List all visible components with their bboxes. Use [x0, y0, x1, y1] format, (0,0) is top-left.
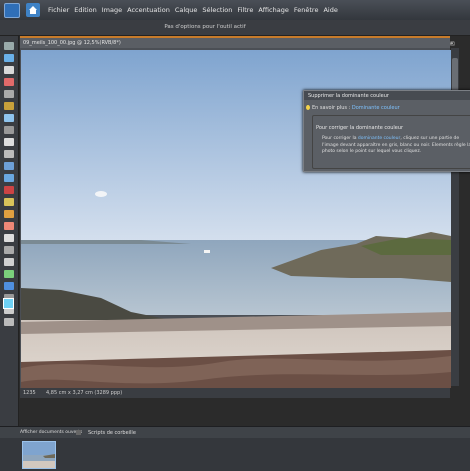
- pencil-tool-icon[interactable]: [4, 318, 14, 326]
- cookie-cutter-icon[interactable]: [4, 162, 14, 170]
- menu-calque[interactable]: Calque: [175, 6, 198, 14]
- menu-image[interactable]: Image: [102, 6, 122, 14]
- menu-affichage[interactable]: Affichage: [258, 6, 289, 14]
- bin-scripts-label[interactable]: Scripts de corbeille: [88, 430, 136, 436]
- menu-items: Fichier Edition Image Accentuation Calqu…: [48, 6, 338, 14]
- learn-more-label: En savoir plus :: [312, 105, 351, 111]
- lightbulb-icon: [306, 105, 310, 110]
- gradient-tool-icon[interactable]: [4, 270, 14, 278]
- healing-brush-icon[interactable]: [4, 198, 14, 206]
- document-thumbnail[interactable]: [22, 441, 56, 469]
- instructions-heading: Pour corriger la dominante couleur: [316, 125, 404, 131]
- menu-fenetre[interactable]: Fenêtre: [294, 6, 319, 14]
- menu-edition[interactable]: Edition: [74, 6, 97, 14]
- magic-wand-icon[interactable]: [4, 114, 14, 122]
- zoom-readout[interactable]: 1235: [23, 390, 36, 396]
- remove-color-cast-dialog: Supprimer la dominante couleur En savoir…: [303, 90, 470, 172]
- straighten-tool-icon[interactable]: [4, 174, 14, 182]
- project-bin-toolbar: Afficher documents ouverts Scripts de co…: [0, 427, 470, 438]
- shape-tool-icon[interactable]: [4, 282, 14, 290]
- paint-bucket-icon[interactable]: [4, 258, 14, 266]
- learn-more-link[interactable]: Dominante couleur: [352, 105, 400, 111]
- eraser-tool-icon[interactable]: [4, 222, 14, 230]
- close-icon[interactable]: ×: [450, 41, 454, 47]
- color-cast-link[interactable]: dominante couleur: [358, 136, 400, 141]
- document-status-bar: 1235 4,85 cm x 3,27 cm (3289 ppp): [20, 388, 450, 398]
- document-title: 09_meils_100_00.jpg @ 12,5%(RVB/8*): [23, 40, 121, 46]
- move-tool-icon[interactable]: [4, 42, 14, 50]
- lasso-tool-icon[interactable]: [4, 102, 14, 110]
- document-title-bar: 09_meils_100_00.jpg @ 12,5%(RVB/8*) – □ …: [20, 38, 455, 48]
- dialog-title: Supprimer la dominante couleur: [308, 93, 389, 99]
- instructions-text: Pour corriger la dominante couleur, cliq…: [322, 136, 470, 156]
- bin-options-icon[interactable]: [76, 430, 81, 435]
- hand-tool-icon[interactable]: [4, 66, 14, 74]
- menu-selection[interactable]: Sélection: [202, 6, 232, 14]
- brush-tool-icon[interactable]: [4, 234, 14, 242]
- smart-brush-icon[interactable]: [4, 246, 14, 254]
- zoom-tool-icon[interactable]: [4, 54, 14, 62]
- show-open-documents-select[interactable]: Afficher documents ouverts: [20, 430, 82, 435]
- text-tool-icon[interactable]: [4, 138, 14, 146]
- home-button[interactable]: [26, 3, 40, 17]
- learn-more-line: En savoir plus : Dominante couleur: [306, 105, 400, 111]
- app-logo-icon: [4, 3, 20, 18]
- clone-stamp-icon[interactable]: [4, 210, 14, 218]
- foreground-color-swatch[interactable]: [3, 298, 14, 309]
- menu-fichier[interactable]: Fichier: [48, 6, 69, 14]
- menu-filtre[interactable]: Filtre: [237, 6, 253, 14]
- eyedropper-tool-icon[interactable]: [4, 78, 14, 86]
- instructions-part-1: Pour corriger la: [322, 136, 357, 141]
- toolbox: [0, 36, 19, 428]
- options-bar: Pas d'options pour l'outil actif: [0, 20, 470, 36]
- document-dimensions: 4,85 cm x 3,27 cm (3289 ppp): [46, 390, 123, 396]
- selection-brush-icon[interactable]: [4, 126, 14, 134]
- dialog-title-bar[interactable]: Supprimer la dominante couleur: [304, 91, 470, 100]
- menu-accentuation[interactable]: Accentuation: [127, 6, 170, 14]
- marquee-tool-icon[interactable]: [4, 90, 14, 98]
- menu-bar: Fichier Edition Image Accentuation Calqu…: [0, 0, 470, 21]
- crop-tool-icon[interactable]: [4, 150, 14, 158]
- project-bin: Afficher documents ouverts Scripts de co…: [0, 426, 470, 471]
- options-message: Pas d'options pour l'outil actif: [164, 24, 246, 30]
- home-icon: [29, 6, 37, 14]
- thumbnail-image: [23, 442, 55, 468]
- menu-aide[interactable]: Aide: [323, 6, 337, 14]
- red-eye-tool-icon[interactable]: [4, 186, 14, 194]
